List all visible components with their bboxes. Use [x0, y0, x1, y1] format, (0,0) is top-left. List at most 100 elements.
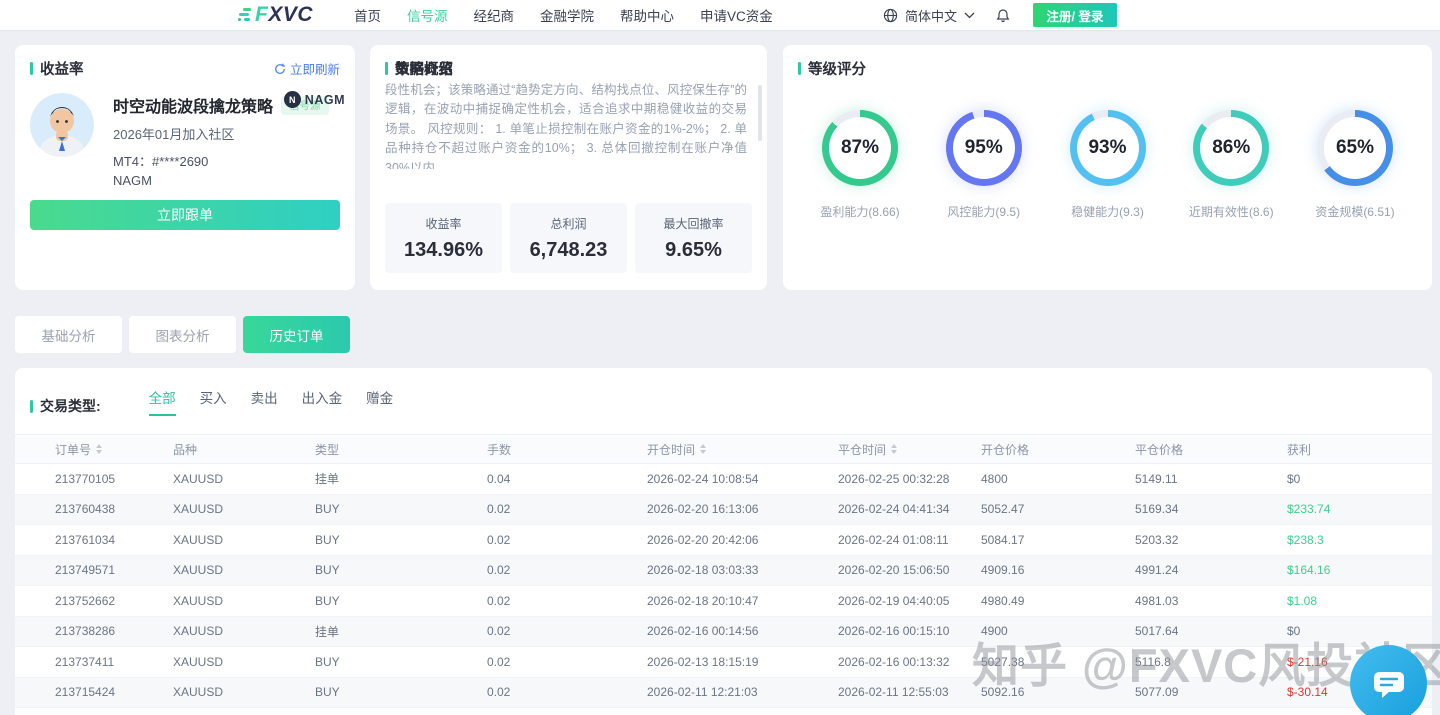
logo-text: FXVC	[255, 3, 313, 27]
cell-order: 213760438	[55, 502, 173, 516]
cell-symbol: XAUUSD	[173, 472, 315, 486]
cell-open_price: 5027.38	[981, 655, 1135, 669]
gauge-ring: 65%	[1317, 110, 1393, 186]
gauge-inner: 86%	[1200, 117, 1262, 179]
cell-order: 213749571	[55, 563, 173, 577]
column-header-平仓时间[interactable]: 平仓时间	[838, 441, 981, 458]
gauge-inner: 95%	[953, 117, 1015, 179]
gauge-percent: 93%	[1088, 137, 1126, 159]
cell-open_price: 4980.49	[981, 594, 1135, 608]
cell-lots: 0.04	[487, 472, 647, 486]
cell-profit: $0	[1287, 624, 1432, 638]
column-header-开仓价格: 开仓价格	[981, 441, 1135, 458]
cell-order: 213715424	[55, 685, 173, 699]
cell-close_time: 2026-02-16 00:13:32	[838, 655, 981, 669]
column-header-平仓价格: 平仓价格	[1135, 441, 1287, 458]
stat-box: 最大回撤率9.65%	[635, 203, 752, 273]
strategy-description: 段性机会；该策略通过“趋势定方向、结构找点位、风控保生存”的逻辑，在波动中捕捉确…	[385, 81, 747, 169]
table-row: 213752662XAUUSDBUY0.022026-02-18 20:10:4…	[15, 586, 1432, 617]
cell-close_price: 4981.03	[1135, 594, 1287, 608]
refresh-link[interactable]: 立即刷新	[274, 59, 340, 78]
chat-button[interactable]	[1350, 645, 1427, 715]
column-header-手数: 手数	[487, 441, 647, 458]
description-scrollbar[interactable]	[758, 85, 762, 141]
cell-symbol: XAUUSD	[173, 594, 315, 608]
cell-open_time: 2026-02-20 16:13:06	[647, 502, 838, 516]
column-header-开仓时间[interactable]: 开仓时间	[647, 441, 838, 458]
cell-close_price: 5017.64	[1135, 624, 1287, 638]
cell-type: BUY	[315, 563, 487, 577]
filter-全部[interactable]: 全部	[149, 387, 176, 416]
strategy-card: 策略介绍 段性机会；该策略通过“趋势定方向、结构找点位、风控保生存”的逻辑，在波…	[370, 45, 767, 290]
globe-icon[interactable]	[883, 8, 898, 23]
section-accent-bar	[30, 62, 33, 75]
cell-open_price: 5092.16	[981, 685, 1135, 699]
refresh-icon	[274, 63, 286, 75]
stat-label: 总利润	[550, 215, 586, 232]
gauge-label: 近期有效性(8.6)	[1189, 203, 1274, 220]
cell-profit: $0	[1287, 472, 1432, 486]
page: FXVC 首页 信号源 经纪商 金融学院 帮助中心 申请VC资金 简体中文 注册/ 登录	[0, 0, 1440, 715]
stat-label: 收益率	[425, 215, 461, 232]
cell-open_price: 5052.47	[981, 502, 1135, 516]
tab-基础分析[interactable]: 基础分析	[15, 316, 122, 353]
column-header-品种: 品种	[173, 441, 315, 458]
chevron-down-icon[interactable]	[964, 12, 975, 19]
strategy-name: 时空动能波段擒龙策略	[113, 93, 273, 117]
orders-card: 交易类型: 全部买入卖出出入金赠金 订单号品种类型手数开仓时间平仓时间开仓价格平…	[15, 368, 1432, 715]
gauge-ring: 95%	[946, 110, 1022, 186]
bell-icon[interactable]	[996, 8, 1010, 23]
section-accent-bar	[798, 62, 801, 75]
filter-出入金[interactable]: 出入金	[302, 387, 343, 416]
cell-lots: 0.02	[487, 502, 647, 516]
gauge-percent: 65%	[1336, 137, 1374, 159]
nav-item-申请VC资金[interactable]: 申请VC资金	[700, 5, 773, 25]
yield-card-title: 收益率	[40, 58, 84, 79]
cell-symbol: XAUUSD	[173, 533, 315, 547]
rating-gauge: 65% 资金规模(6.51)	[1315, 110, 1395, 220]
tab-历史订单[interactable]: 历史订单	[243, 316, 350, 353]
cell-close_price: 5149.11	[1135, 472, 1287, 486]
cell-symbol: XAUUSD	[173, 655, 315, 669]
top-nav: FXVC 首页 信号源 经纪商 金融学院 帮助中心 申请VC资金 简体中文 注册/ 登录	[0, 0, 1440, 30]
logo[interactable]: FXVC	[237, 0, 313, 30]
cell-type: BUY	[315, 685, 487, 699]
trade-type-filter-row: 交易类型: 全部买入卖出出入金赠金	[15, 368, 1432, 416]
table-row: 213715424XAUUSDBUY0.022026-02-11 12:21:0…	[15, 678, 1432, 709]
rating-title: 等级评分	[808, 58, 866, 79]
stat-box: 总利润 6,748.23	[510, 203, 627, 273]
cell-open_price: 4909.16	[981, 563, 1135, 577]
cell-order: 213761034	[55, 533, 173, 547]
cell-type: BUY	[315, 533, 487, 547]
rating-gauge: 93% 稳健能力(9.3)	[1068, 110, 1148, 220]
nav-item-帮助中心[interactable]: 帮助中心	[620, 5, 674, 25]
filter-赠金[interactable]: 赠金	[366, 387, 393, 416]
cell-open_time: 2026-02-13 18:15:19	[647, 655, 838, 669]
profile-card: 收益率 立即刷新 时空动能波段擒龙策略	[15, 45, 355, 290]
nav-item-经纪商[interactable]: 经纪商	[474, 5, 515, 25]
follow-button[interactable]: 立即跟单	[30, 200, 340, 230]
register-login-button[interactable]: 注册/ 登录	[1033, 3, 1117, 27]
cell-lots: 0.02	[487, 685, 647, 699]
orders-table-header: 订单号品种类型手数开仓时间平仓时间开仓价格平仓价格获利	[15, 434, 1432, 464]
nav-item-金融学院[interactable]: 金融学院	[540, 5, 594, 25]
column-header-订单号[interactable]: 订单号	[55, 441, 173, 458]
cell-order: 213738286	[55, 624, 173, 638]
rating-gauges: 87%盈利能力(8.66)95%风控能力(9.5)93%稳健能力(9.3)86%…	[783, 110, 1432, 220]
nav-right: 简体中文 注册/ 登录	[883, 0, 1117, 30]
nav-item-首页[interactable]: 首页	[354, 5, 381, 25]
tab-图表分析[interactable]: 图表分析	[129, 316, 236, 353]
nav-item-信号源[interactable]: 信号源	[407, 5, 448, 25]
language-selector[interactable]: 简体中文	[905, 6, 957, 25]
stat-value: 6,748.23	[530, 239, 608, 262]
gauge-label: 稳健能力(9.3)	[1071, 203, 1144, 220]
rating-gauge: 87%盈利能力(8.66)	[820, 110, 900, 220]
filter-卖出[interactable]: 卖出	[251, 387, 278, 416]
gauge-label: 资金规模(6.51)	[1315, 203, 1394, 220]
filter-买入[interactable]: 买入	[200, 387, 227, 416]
cell-close_price: 5203.32	[1135, 533, 1287, 547]
cell-open_time: 2026-02-18 03:03:33	[647, 563, 838, 577]
data-overview-title: 数据概览	[395, 58, 453, 79]
cell-symbol: XAUUSD	[173, 685, 315, 699]
section-accent-bar	[30, 400, 33, 413]
